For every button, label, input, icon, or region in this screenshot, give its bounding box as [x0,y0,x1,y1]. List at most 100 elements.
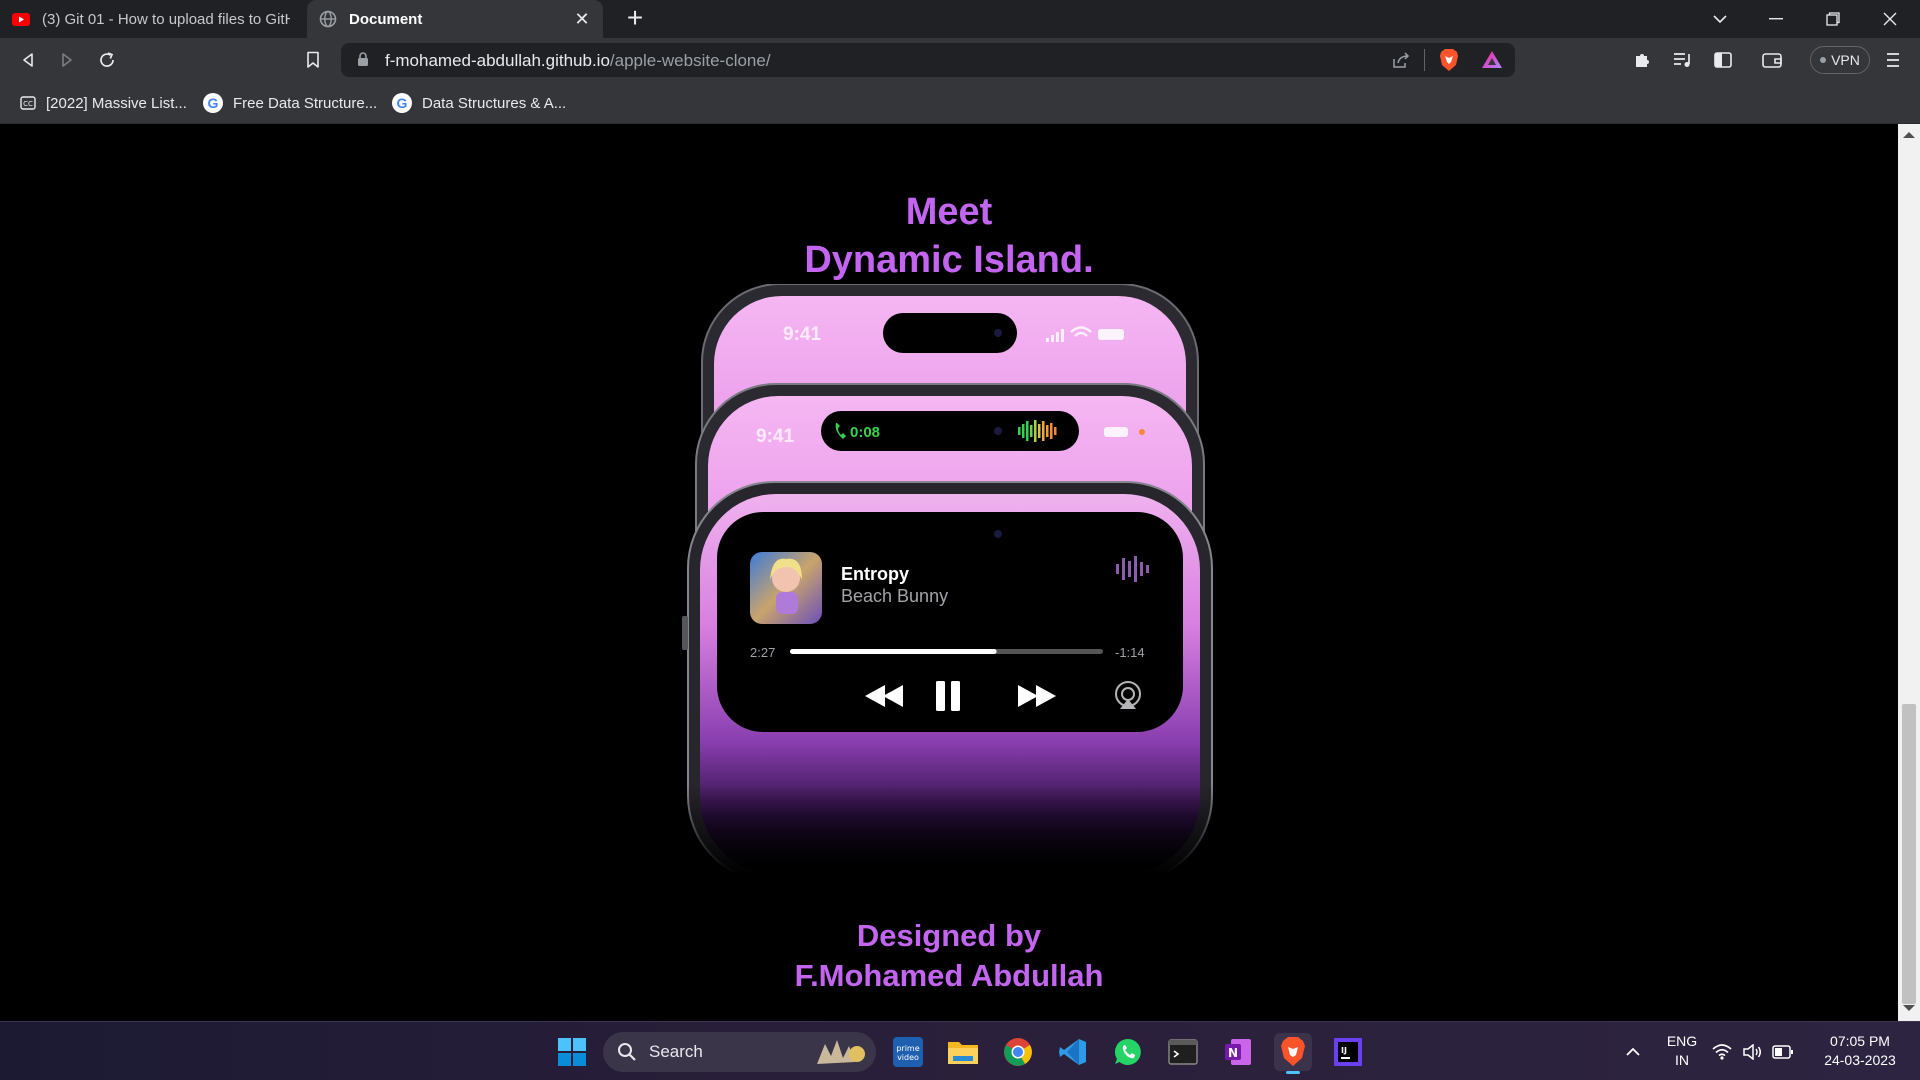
browser-window: (3) Git 01 - How to upload files to GitH… [0,0,1920,1021]
credit-line-2: F.Mohamed Abdullah [794,958,1104,993]
intellij-icon[interactable]: IJ [1329,1033,1367,1071]
extensions-button[interactable] [1627,45,1657,75]
svg-text:video: video [897,1053,919,1062]
bookmark-item[interactable]: G Data Structures & A... [392,92,566,114]
google-icon: G [392,93,412,113]
windows-logo-icon [558,1038,586,1066]
battery-icon [1104,427,1128,437]
middle-status-time: 9:41 [756,426,794,447]
back-button[interactable] [13,45,43,75]
new-tab-button[interactable]: + [620,3,650,33]
taskbar: Search prime video N IJ ENG IN 07:05 PM … [0,1021,1920,1080]
clock-date: 24-03-2023 [1824,1052,1896,1068]
search-label: Search [649,1042,703,1061]
taskbar-search[interactable]: Search [603,1032,876,1072]
scrollbar-thumb[interactable] [1902,704,1916,1004]
start-button[interactable] [553,1033,591,1071]
vpn-button[interactable]: VPN [1810,46,1870,74]
call-timer: 0:08 [850,424,880,441]
tab-document[interactable]: Document ✕ [307,0,603,38]
toolbar: f-mohamed-abdullah.github.io/apple-websi… [0,38,1920,82]
bookmark-label: Data Structures & A... [422,94,567,112]
minimize-button[interactable] [1748,0,1804,38]
vpn-label: VPN [1831,52,1860,68]
chrome-icon[interactable] [999,1033,1037,1071]
battery-icon [1098,329,1124,340]
restore-button[interactable] [1805,0,1861,38]
tab-youtube[interactable]: (3) Git 01 - How to upload files to GitH [0,0,302,38]
address-bar[interactable]: f-mohamed-abdullah.github.io/apple-websi… [341,43,1515,77]
brave-rewards-icon[interactable] [1481,49,1503,76]
address-text: f-mohamed-abdullah.github.io/apple-websi… [385,51,771,71]
reload-icon [100,52,114,67]
terminal-icon[interactable] [1164,1033,1202,1071]
headline: Meet Dynamic Island. [0,188,1898,284]
wallet-icon [1762,53,1782,68]
credit: Designed by F.Mohamed Abdullah [0,916,1898,996]
bookmark-item[interactable]: CC [2022] Massive List... [20,92,187,114]
wifi-icon [1712,1044,1732,1060]
elapsed-time: 2:27 [750,645,775,660]
quick-settings-button[interactable] [1708,1033,1798,1071]
clock[interactable]: 07:05 PM 24-03-2023 [1810,1032,1910,1070]
brave-icon[interactable] [1274,1033,1312,1074]
credit-line-1: Designed by [856,918,1042,953]
reload-button[interactable] [92,45,122,75]
file-explorer-icon[interactable] [944,1033,982,1071]
prime-video-icon[interactable]: prime video [889,1033,927,1071]
playlist-icon [1674,53,1690,67]
clock-time: 07:05 PM [1830,1033,1890,1049]
lock-icon [357,52,369,72]
puzzle-icon [1636,54,1649,67]
forward-button[interactable] [52,45,82,75]
bookmark-item[interactable]: G Free Data Structure... [203,92,377,114]
battery-icon [1772,1045,1793,1059]
svg-text:IJ: IJ [1341,1046,1347,1055]
sidebar-button[interactable] [1708,45,1738,75]
sidebar-icon [1714,52,1732,68]
search-icon [618,1043,636,1061]
scroll-up-arrow[interactable] [1903,132,1915,138]
cc-icon: CC [20,96,36,110]
chevron-up-icon [1626,1047,1640,1056]
tab-title: (3) Git 01 - How to upload files to GitH [42,10,290,28]
omnibox-divider [1424,49,1425,71]
wallet-button[interactable] [1757,45,1787,75]
youtube-icon [12,10,30,28]
share-icon[interactable] [1391,50,1411,75]
bookmark-label: [2022] Massive List... [46,94,187,112]
scroll-down-arrow[interactable] [1903,1005,1915,1011]
whatsapp-icon[interactable] [1109,1033,1147,1071]
track-title: Entropy [841,564,909,584]
onenote-icon[interactable]: N [1219,1033,1257,1071]
vscode-icon[interactable] [1054,1033,1092,1071]
volume-icon [1743,1044,1761,1060]
back-icon [23,53,33,67]
headline-line-2: Dynamic Island. [804,239,1094,281]
input-language[interactable]: ENG IN [1660,1032,1704,1070]
forward-icon [62,53,72,67]
svg-text:CC: CC [23,100,33,108]
svg-text:N: N [1228,1046,1238,1060]
chevron-down-icon [1713,15,1727,24]
tab-search-button[interactable] [1692,0,1748,38]
search-highlight-icon [817,1040,865,1064]
bookmark-button[interactable] [298,45,328,75]
google-icon: G [203,93,223,113]
svg-text:prime: prime [896,1044,919,1053]
close-tab-icon[interactable]: ✕ [573,9,591,30]
bookmark-icon [307,51,319,68]
web-page: Meet Dynamic Island. 9:41 9:41 0:08 Entr… [0,124,1898,1021]
iphone-dynamic-island-illustration: 9:41 9:41 0:08 Entropy Beach Bunny 2:27 … [680,284,1220,874]
page-scrollbar[interactable] [1898,124,1920,1021]
phone-front: Entropy Beach Bunny 2:27 -1:14 [680,481,1220,874]
address-domain: f-mohamed-abdullah.github.io [385,51,610,70]
bookmarks-bar: CC [2022] Massive List... G Free Data St… [0,82,1920,124]
close-window-button[interactable] [1862,0,1918,38]
show-hidden-icons-button[interactable] [1614,1033,1652,1071]
brave-shields-icon[interactable] [1438,48,1460,77]
lang-line-2: IN [1675,1052,1689,1068]
globe-icon [319,10,337,28]
menu-button[interactable] [1878,45,1908,75]
playlist-button[interactable] [1668,45,1698,75]
